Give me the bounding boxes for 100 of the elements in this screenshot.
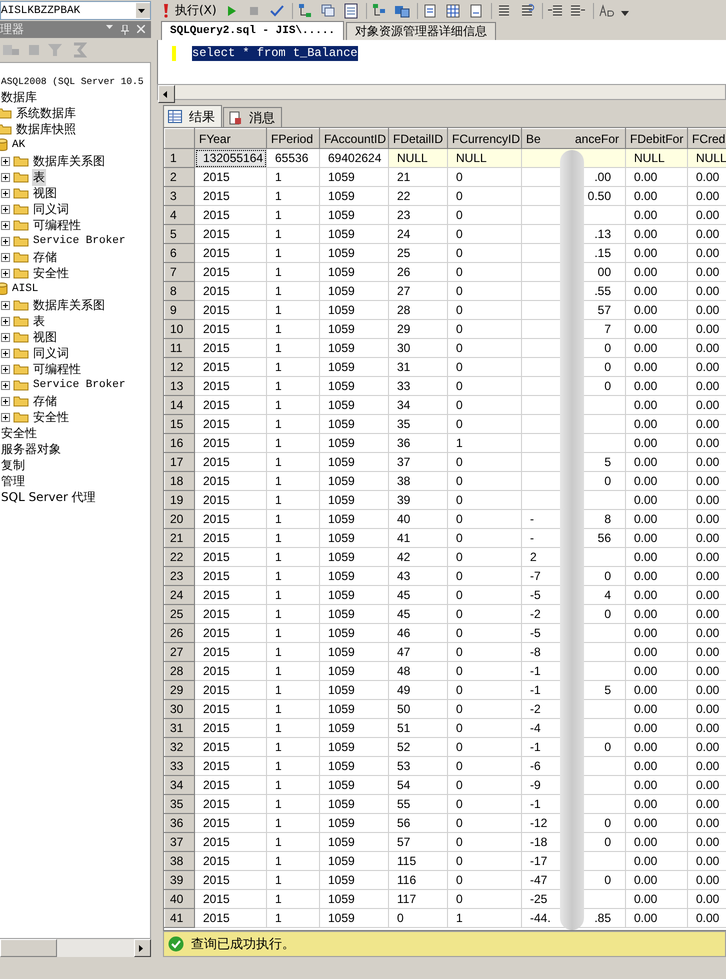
column-header[interactable]: FCurrencyID bbox=[448, 128, 522, 148]
row-header[interactable]: 11 bbox=[164, 338, 194, 358]
document-icon[interactable] bbox=[342, 2, 359, 18]
row-header[interactable]: 16 bbox=[164, 434, 194, 452]
expand-icon[interactable] bbox=[1, 332, 10, 342]
row-header[interactable]: 24 bbox=[164, 586, 194, 604]
row-header[interactable]: 7 bbox=[164, 262, 194, 282]
tree-item[interactable]: 同义词 bbox=[32, 344, 70, 362]
expand-icon[interactable] bbox=[1, 380, 10, 390]
row-header[interactable]: 29 bbox=[164, 680, 194, 700]
tree-item[interactable]: 存储 bbox=[32, 248, 58, 266]
column-header[interactable]: anceFor bbox=[574, 132, 619, 146]
row-header[interactable]: 36 bbox=[164, 814, 194, 832]
scrollbar[interactable] bbox=[0, 938, 151, 957]
tree-item[interactable]: 服务器对象 bbox=[0, 440, 62, 458]
row-header[interactable]: 33 bbox=[164, 756, 194, 776]
row-header[interactable]: 12 bbox=[164, 358, 194, 376]
row-header[interactable]: 15 bbox=[164, 414, 194, 434]
result-tab[interactable]: 结果 bbox=[163, 105, 222, 127]
tree-item[interactable]: AISL bbox=[11, 283, 40, 295]
row-header[interactable]: 25 bbox=[164, 604, 194, 624]
tree-item[interactable]: 系统数据库 bbox=[15, 104, 77, 122]
tree-item[interactable]: 表 bbox=[32, 312, 46, 330]
server-dropdown[interactable]: AISLKBZZPBAK bbox=[0, 1, 151, 20]
tree-item[interactable]: 视图 bbox=[32, 328, 58, 346]
expand-icon[interactable] bbox=[1, 268, 10, 278]
row-header[interactable]: 9 bbox=[164, 300, 194, 320]
row-header[interactable]: 21 bbox=[164, 528, 194, 548]
row-header[interactable]: 38 bbox=[164, 852, 194, 870]
query-editor[interactable]: select * from t_Balance bbox=[157, 40, 726, 84]
tree-item[interactable]: 安全性 bbox=[0, 424, 38, 442]
expand-icon[interactable] bbox=[1, 300, 10, 310]
expand-icon[interactable] bbox=[1, 412, 10, 422]
column-header[interactable]: FCredi bbox=[688, 128, 726, 148]
expand-icon[interactable] bbox=[1, 252, 10, 262]
tree-item[interactable]: 数据库关系图 bbox=[32, 296, 106, 314]
row-header[interactable]: 27 bbox=[164, 642, 194, 662]
row-header[interactable]: 40 bbox=[164, 890, 194, 908]
tree-item[interactable]: Service Broker bbox=[32, 235, 126, 247]
result-tab[interactable]: 消息 bbox=[223, 107, 282, 127]
row-header[interactable]: 4 bbox=[164, 206, 194, 224]
tree-item[interactable]: 复制 bbox=[0, 456, 26, 474]
expand-icon[interactable] bbox=[1, 348, 10, 358]
row-header[interactable]: 8 bbox=[164, 282, 194, 300]
tree-item[interactable]: 数据库 bbox=[0, 88, 38, 106]
text-icon[interactable] bbox=[422, 2, 438, 18]
tree-item[interactable]: AK bbox=[11, 139, 26, 151]
row-header[interactable]: 41 bbox=[164, 908, 194, 928]
row-header[interactable]: 18 bbox=[164, 472, 194, 490]
row-header[interactable]: 13 bbox=[164, 376, 194, 396]
tree-item[interactable]: 同义词 bbox=[32, 200, 70, 218]
expand-icon[interactable] bbox=[1, 236, 10, 246]
windows-icon[interactable] bbox=[320, 2, 336, 18]
row-header[interactable]: 30 bbox=[164, 700, 194, 718]
row-header[interactable]: 20 bbox=[164, 510, 194, 528]
close-icon[interactable] bbox=[137, 24, 145, 32]
tree-item[interactable]: 安全性 bbox=[32, 408, 70, 426]
tree-item[interactable]: 数据库快照 bbox=[15, 120, 77, 138]
tree-item[interactable]: 数据库关系图 bbox=[32, 152, 106, 170]
row-header[interactable]: 37 bbox=[164, 832, 194, 852]
dropdown-arrow-icon[interactable] bbox=[138, 8, 145, 12]
document-tab[interactable]: 对象资源管理器详细信息 bbox=[346, 22, 496, 40]
row-header[interactable]: 35 bbox=[164, 794, 194, 814]
tree-item[interactable]: 可编程性 bbox=[32, 360, 82, 378]
outdent-icon[interactable] bbox=[546, 2, 563, 18]
row-header[interactable]: 1 bbox=[164, 148, 194, 168]
column-header[interactable]: FAccountID bbox=[320, 128, 388, 148]
row-header[interactable]: 3 bbox=[164, 186, 194, 206]
expand-icon[interactable] bbox=[1, 188, 10, 198]
row-header[interactable]: 28 bbox=[164, 662, 194, 680]
row-header[interactable]: 19 bbox=[164, 490, 194, 510]
column-header[interactable]: FYear bbox=[194, 128, 266, 148]
row-header[interactable]: 17 bbox=[164, 452, 194, 472]
expand-icon[interactable] bbox=[1, 220, 10, 230]
column-header[interactable]: Be bbox=[526, 132, 541, 146]
diagram-icon[interactable] bbox=[296, 2, 313, 18]
file-icon[interactable] bbox=[468, 2, 484, 18]
tree-item[interactable]: Service Broker bbox=[32, 379, 126, 391]
scroll-left-icon[interactable] bbox=[163, 90, 167, 98]
tree-item[interactable]: SQL Server 代理 bbox=[0, 488, 97, 506]
tree-item[interactable]: 可编程性 bbox=[32, 216, 82, 234]
expand-icon[interactable] bbox=[1, 316, 10, 326]
tree-item[interactable]: ASQL2008 (SQL Server 10.5 bbox=[0, 76, 145, 86]
diagram-icon[interactable] bbox=[370, 2, 387, 18]
row-header[interactable]: 23 bbox=[164, 566, 194, 586]
tree-item[interactable]: 管理 bbox=[0, 472, 26, 490]
row-header[interactable]: 22 bbox=[164, 548, 194, 566]
scroll-right-icon[interactable] bbox=[139, 944, 143, 952]
expand-icon[interactable] bbox=[1, 364, 10, 374]
tree-item[interactable]: 视图 bbox=[32, 184, 58, 202]
row-header[interactable]: 14 bbox=[164, 396, 194, 414]
row-header[interactable]: 31 bbox=[164, 718, 194, 738]
font-icon[interactable] bbox=[598, 2, 614, 18]
row-header[interactable]: 39 bbox=[164, 870, 194, 890]
execute-button[interactable]: 执行(X) bbox=[161, 2, 219, 19]
grid-icon[interactable] bbox=[444, 2, 461, 18]
pin-icon[interactable] bbox=[121, 24, 129, 34]
column-header[interactable]: FPeriod bbox=[266, 128, 320, 148]
expand-icon[interactable] bbox=[1, 156, 10, 166]
column-header[interactable]: FDebitFor bbox=[626, 128, 688, 148]
